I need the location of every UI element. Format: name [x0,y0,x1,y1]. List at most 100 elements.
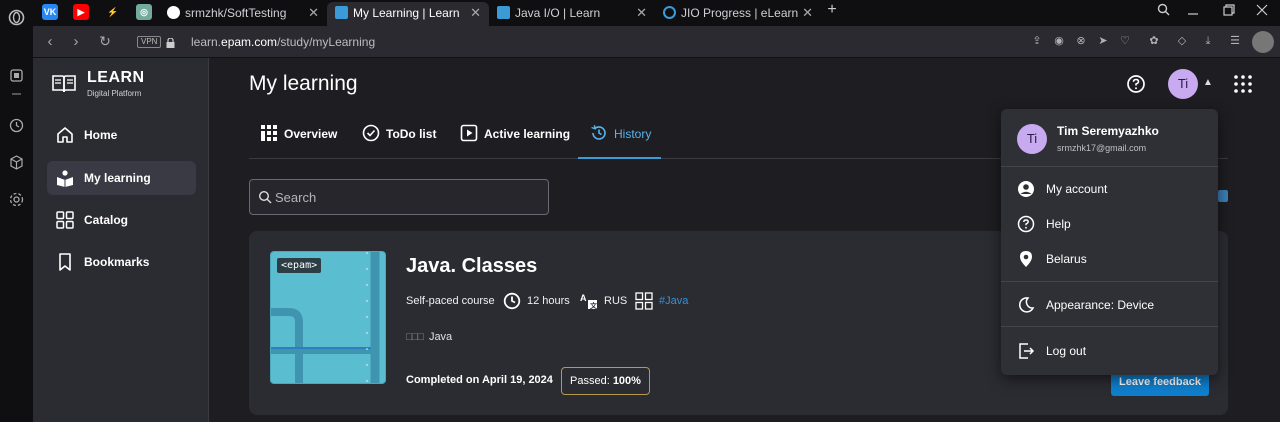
close-tab-icon[interactable]: ✕ [470,2,481,24]
vpn-badge[interactable]: VPN [137,36,162,48]
easy-setup-icon[interactable]: ☰ [1228,34,1242,48]
menu-item-help[interactable]: Help [1017,213,1207,235]
minimize-icon[interactable] [1183,3,1203,19]
menu-item-region[interactable]: Belarus [1017,248,1207,270]
new-tab-button[interactable]: + [822,1,842,19]
catalog-icon [56,211,74,229]
search-placeholder: Search [275,190,317,205]
close-tab-icon[interactable]: ✕ [636,2,647,24]
menu-item-logout[interactable]: Log out [1017,340,1207,362]
user-name: Tim Seremyazhko [1057,124,1159,138]
profile-avatar-icon[interactable] [1252,31,1274,53]
settings-gear-icon[interactable] [8,191,25,208]
block-icon[interactable]: ⊗ [1074,34,1088,48]
address-bar: ‹ › ↻ VPN learn.epam.com/study/myLearnin… [33,26,1280,58]
cube-icon[interactable] [8,154,25,171]
menu-divider [1001,326,1218,327]
elearn-favicon-icon [663,6,676,19]
sidebar-item-my-learning[interactable]: My learning [47,161,196,195]
skills-grid-icon [635,292,653,310]
brand-title: LEARN [87,69,145,86]
tab-search-icon[interactable] [1153,3,1173,19]
browser-side-rail [0,0,33,422]
tab-softtesting[interactable]: srmzhk/SoftTesting ✕ [159,2,327,26]
menu-item-label: My account [1046,182,1108,196]
tab-active-learning[interactable]: Active learning [460,118,570,159]
sidebar-item-home[interactable]: Home [47,118,196,152]
share-icon[interactable]: ⇪ [1030,34,1044,48]
svg-text:文: 文 [590,301,598,310]
home-icon [57,127,73,143]
tab-title: JIO Progress | eLearn [681,6,799,20]
menu-item-label: Appearance: Device [1046,298,1155,312]
apps-grid-icon[interactable] [1234,75,1252,93]
chevron-up-icon[interactable]: ▲ [1203,77,1213,88]
completion-date: Completed on April 19, 2024 [406,374,553,386]
sidebar-item-label: Home [84,128,118,142]
close-window-icon[interactable] [1252,3,1272,19]
menu-divider [1001,281,1218,282]
bolt-icon[interactable]: ⚡ [105,4,121,20]
sidebar-item-label: Bookmarks [84,255,150,269]
youtube-icon[interactable]: ▶ [73,4,89,20]
url-domain: epam.com [221,35,278,49]
opera-logo-icon[interactable] [8,9,25,26]
history-rail-icon[interactable] [8,117,25,134]
restore-icon[interactable] [1219,3,1239,19]
tab-title: Java I/O | Learn [515,6,601,20]
tab-overview[interactable]: Overview [260,118,337,159]
bookmark-icon [59,253,71,271]
tab-title: srmzhk/SoftTesting [185,6,287,20]
tab-label: History [614,127,652,141]
tab-title: My Learning | Learn [353,6,460,20]
search-input[interactable]: Search [249,179,549,215]
vk-icon[interactable]: VK [42,4,58,20]
tab-my-learning[interactable]: My Learning | Learn ✕ [327,2,489,26]
back-icon[interactable]: ‹ [41,33,59,50]
camera-icon[interactable]: ◉ [1052,34,1066,48]
tab-todo-list[interactable]: ToDo list [362,118,436,159]
user-menu-dropdown: Ti Tim Seremyazhko srmzhk17@gmail.com My… [1001,109,1218,375]
reload-icon[interactable]: ↻ [96,33,114,50]
sidebar-item-bookmarks[interactable]: Bookmarks [47,245,196,279]
course-type: Self-paced course [406,295,495,307]
extension-icon[interactable]: ✿ [1147,34,1161,48]
ai-chip-icon[interactable] [8,67,25,84]
help-icon[interactable] [1126,74,1146,94]
play-icon [460,124,478,142]
forward-icon[interactable]: › [67,33,85,50]
learn-favicon-icon [497,6,510,19]
tab-history[interactable]: History [578,118,661,159]
sidebar-item-label: Catalog [84,213,129,227]
send-icon[interactable]: ➤ [1096,34,1110,48]
box-icon[interactable]: ◇ [1175,34,1189,48]
skill-tag-link[interactable]: #Java [659,295,688,307]
passed-label: Passed: [570,375,610,387]
learning-icon [57,170,73,187]
tab-jio-progress[interactable]: JIO Progress | eLearn ✕ [655,2,821,26]
lock-icon[interactable] [166,35,175,48]
heart-icon[interactable]: ♡ [1118,34,1132,48]
course-title[interactable]: Java. Classes [406,255,537,278]
filter-toggle[interactable] [1218,190,1228,202]
course-language: RUS [604,295,628,307]
close-tab-icon[interactable]: ✕ [308,2,319,24]
close-tab-icon[interactable]: ✕ [802,2,813,24]
check-circle-icon [362,124,380,142]
app-sidebar: LEARN Digital Platform Home My learning … [33,58,209,422]
course-duration: 12 hours [527,295,570,307]
brand-subtitle: Digital Platform [87,89,142,98]
page-title: My learning [249,72,358,95]
menu-item-appearance[interactable]: Appearance: Device [1017,294,1207,316]
account-icon [1018,181,1034,197]
menu-item-my-account[interactable]: My account [1017,178,1207,200]
chatgpt-icon[interactable]: ◎ [136,4,152,20]
tab-java-io[interactable]: Java I/O | Learn ✕ [489,2,655,26]
user-avatar-button[interactable]: Ti [1168,69,1198,99]
dropdown-avatar: Ti [1017,124,1047,154]
svg-text:A: A [580,293,587,303]
sidebar-item-catalog[interactable]: Catalog [47,203,196,237]
book-logo-icon [51,72,77,94]
url-field[interactable]: learn.epam.com/study/myLearning [191,35,375,49]
download-icon[interactable]: ⤓ [1201,34,1215,48]
